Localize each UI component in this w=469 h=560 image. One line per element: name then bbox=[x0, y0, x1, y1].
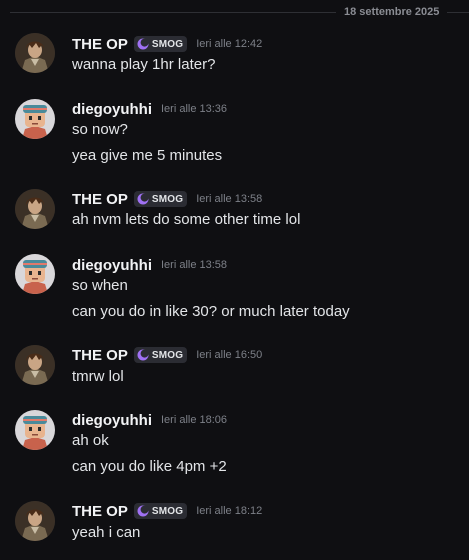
avatar-diegoyuhhi[interactable] bbox=[15, 410, 55, 450]
avatar-the-op[interactable] bbox=[15, 33, 55, 73]
divider-line bbox=[10, 11, 336, 13]
guild-tag-label: SMOG bbox=[151, 349, 184, 361]
username[interactable]: diegoyuhhi bbox=[72, 101, 152, 118]
timestamp[interactable]: Ieri alle 18:06 bbox=[161, 414, 227, 426]
divider-line bbox=[447, 11, 469, 13]
timestamp[interactable]: Ieri alle 13:36 bbox=[161, 103, 227, 115]
message-text: so when bbox=[72, 277, 128, 294]
message-text: yea give me 5 minutes bbox=[72, 147, 223, 164]
username[interactable]: THE OP bbox=[72, 347, 128, 364]
username[interactable]: diegoyuhhi bbox=[72, 257, 152, 274]
message-text: tmrw lol bbox=[72, 368, 124, 385]
date-divider: 18 settembre 2025 bbox=[0, 5, 469, 19]
message-text: wanna play 1hr later? bbox=[72, 56, 216, 73]
crescent-moon-icon bbox=[137, 349, 149, 361]
timestamp[interactable]: Ieri alle 12:42 bbox=[196, 38, 262, 50]
message-text: can you do in like 30? or much later tod… bbox=[72, 303, 350, 320]
guild-tag-label: SMOG bbox=[151, 193, 184, 205]
date-divider-label: 18 settembre 2025 bbox=[344, 6, 440, 18]
timestamp[interactable]: Ieri alle 13:58 bbox=[196, 193, 262, 205]
message-text: yeah i can bbox=[72, 524, 141, 541]
username[interactable]: THE OP bbox=[72, 503, 128, 520]
username[interactable]: diegoyuhhi bbox=[72, 412, 152, 429]
timestamp[interactable]: Ieri alle 16:50 bbox=[196, 349, 262, 361]
avatar-diegoyuhhi[interactable] bbox=[15, 254, 55, 294]
avatar-the-op[interactable] bbox=[15, 345, 55, 385]
username[interactable]: THE OP bbox=[72, 36, 128, 53]
avatar-the-op[interactable] bbox=[15, 501, 55, 541]
message-text: so now? bbox=[72, 121, 128, 138]
guild-tag[interactable]: SMOG bbox=[133, 347, 188, 363]
guild-tag[interactable]: SMOG bbox=[133, 503, 188, 519]
crescent-moon-icon bbox=[137, 38, 149, 50]
guild-tag-label: SMOG bbox=[151, 505, 184, 517]
avatar-diegoyuhhi[interactable] bbox=[15, 99, 55, 139]
guild-tag[interactable]: SMOG bbox=[133, 36, 188, 52]
timestamp[interactable]: Ieri alle 18:12 bbox=[196, 505, 262, 517]
guild-tag-label: SMOG bbox=[151, 38, 184, 50]
crescent-moon-icon bbox=[137, 505, 149, 517]
message-text: ah ok bbox=[72, 432, 109, 449]
crescent-moon-icon bbox=[137, 193, 149, 205]
avatar-the-op[interactable] bbox=[15, 189, 55, 229]
timestamp[interactable]: Ieri alle 13:58 bbox=[161, 259, 227, 271]
username[interactable]: THE OP bbox=[72, 191, 128, 208]
guild-tag[interactable]: SMOG bbox=[133, 191, 188, 207]
message-text: can you do like 4pm +2 bbox=[72, 458, 227, 475]
message-text: ah nvm lets do some other time lol bbox=[72, 211, 301, 228]
